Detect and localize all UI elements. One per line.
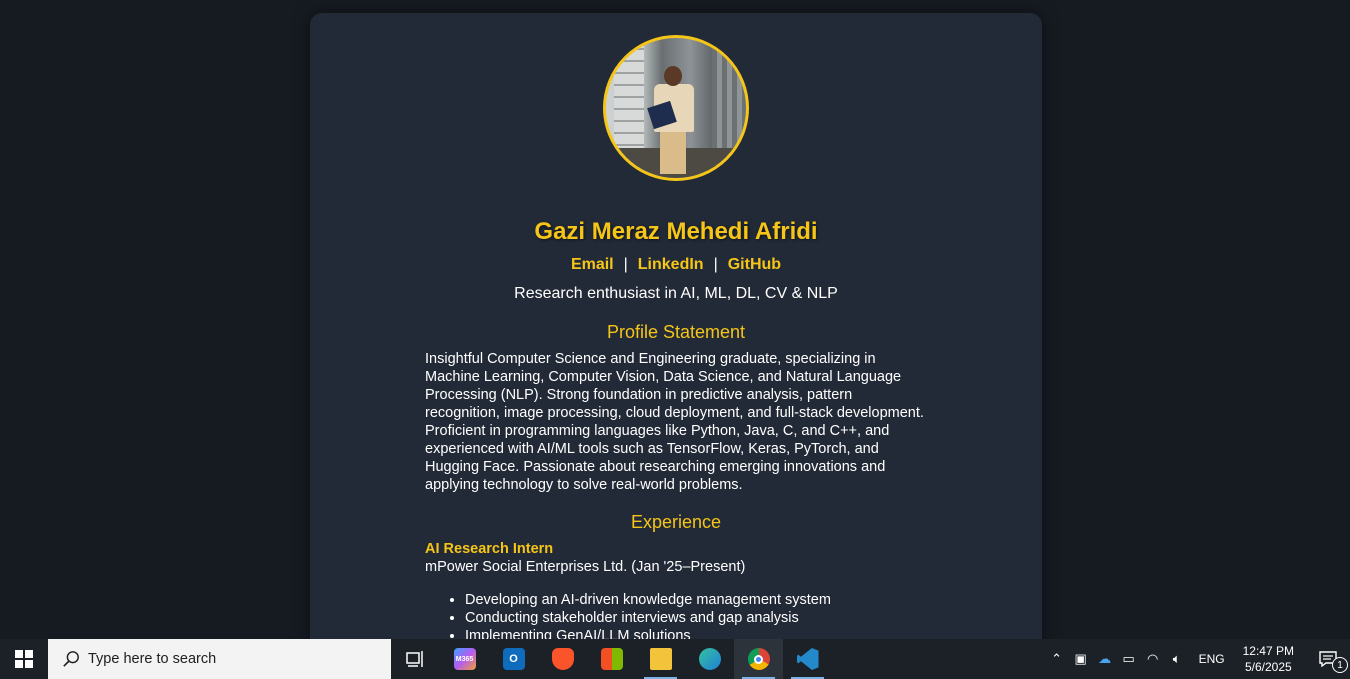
taskbar-app-vscode[interactable]	[783, 639, 832, 679]
profile-name: Gazi Meraz Mehedi Afridi	[534, 218, 818, 245]
chrome-icon	[747, 648, 770, 670]
github-link[interactable]: GitHub	[728, 256, 781, 273]
taskbar-app-file-explorer[interactable]	[636, 639, 685, 679]
folder-icon	[649, 648, 672, 670]
m365-icon: M365	[453, 648, 476, 670]
search-icon	[63, 651, 79, 667]
profile-tagline: Research enthusiast in AI, ML, DL, CV & …	[514, 285, 838, 302]
wifi-icon[interactable]: ◠	[1141, 639, 1165, 679]
onedrive-icon[interactable]: ☁	[1093, 639, 1117, 679]
notification-center-button[interactable]: 1	[1306, 639, 1350, 679]
windows-icon	[15, 650, 33, 668]
email-link[interactable]: Email	[571, 256, 614, 273]
search-placeholder: Type here to search	[88, 651, 217, 667]
link-separator: |	[623, 256, 628, 273]
experience-bullets: Developing an AI-driven knowledge manage…	[425, 591, 925, 639]
notification-badge: 1	[1332, 657, 1348, 673]
start-button[interactable]	[0, 639, 48, 679]
experience-role: AI Research Intern	[425, 541, 554, 557]
experience-heading: Experience	[630, 512, 722, 532]
taskbar-app-chrome[interactable]	[734, 639, 783, 679]
taskbar-app-edge[interactable]	[685, 639, 734, 679]
linkedin-link[interactable]: LinkedIn	[638, 256, 704, 273]
outlook-icon: O	[502, 648, 525, 670]
browser-viewport: Gazi Meraz Mehedi Afridi Email | LinkedIn |…	[0, 0, 1350, 639]
resume-card: Gazi Meraz Mehedi Afridi Email | LinkedIn |…	[310, 13, 1042, 639]
clock-date: 5/6/2025	[1244, 660, 1292, 674]
taskbar-app-outlook[interactable]: O	[489, 639, 538, 679]
taskbar-app-brave[interactable]	[538, 639, 587, 679]
experience-entry: AI Research Intern mPower Social Enterpr…	[425, 540, 925, 639]
profile-photo	[603, 35, 749, 181]
brave-icon	[551, 648, 574, 670]
profile-statement-text: Insightful Computer Science and Engineer…	[425, 351, 924, 493]
edge-icon	[698, 648, 721, 670]
link-separator: |	[713, 256, 718, 273]
list-item: Implementing GenAI/LLM solutions	[465, 627, 925, 639]
chevron-up-icon[interactable]: ⌃	[1045, 639, 1069, 679]
windows-taskbar: Type here to search M365 O ⌃ ▣ ☁ ▭ ◠ 🔈︎ …	[0, 639, 1350, 679]
vscode-icon	[796, 648, 819, 670]
list-item: Developing an AI-driven knowledge manage…	[465, 591, 925, 609]
taskbar-app-m365[interactable]: M365	[440, 639, 489, 679]
experience-company: mPower Social Enterprises Ltd. (Jan '25–…	[425, 559, 746, 575]
language-indicator[interactable]: ENG	[1189, 652, 1235, 666]
volume-icon[interactable]: 🔈︎	[1165, 639, 1189, 679]
task-view-button[interactable]	[391, 639, 440, 679]
taskbar-app-store[interactable]	[587, 639, 636, 679]
clock-time: 12:47 PM	[1242, 644, 1294, 658]
meet-now-icon[interactable]: ▣	[1069, 639, 1093, 679]
contact-links: Email | LinkedIn | GitHub	[310, 256, 1042, 274]
system-tray: ⌃ ▣ ☁ ▭ ◠ 🔈︎ ENG 12:47 PM 5/6/2025 1	[1045, 639, 1350, 679]
battery-icon[interactable]: ▭	[1117, 639, 1141, 679]
taskbar-search-box[interactable]: Type here to search	[48, 639, 391, 679]
store-icon	[600, 648, 623, 670]
profile-statement-heading: Profile Statement	[606, 322, 746, 342]
clock[interactable]: 12:47 PM 5/6/2025	[1235, 643, 1306, 675]
task-view-icon	[405, 651, 423, 667]
list-item: Conducting stakeholder interviews and ga…	[465, 609, 925, 627]
